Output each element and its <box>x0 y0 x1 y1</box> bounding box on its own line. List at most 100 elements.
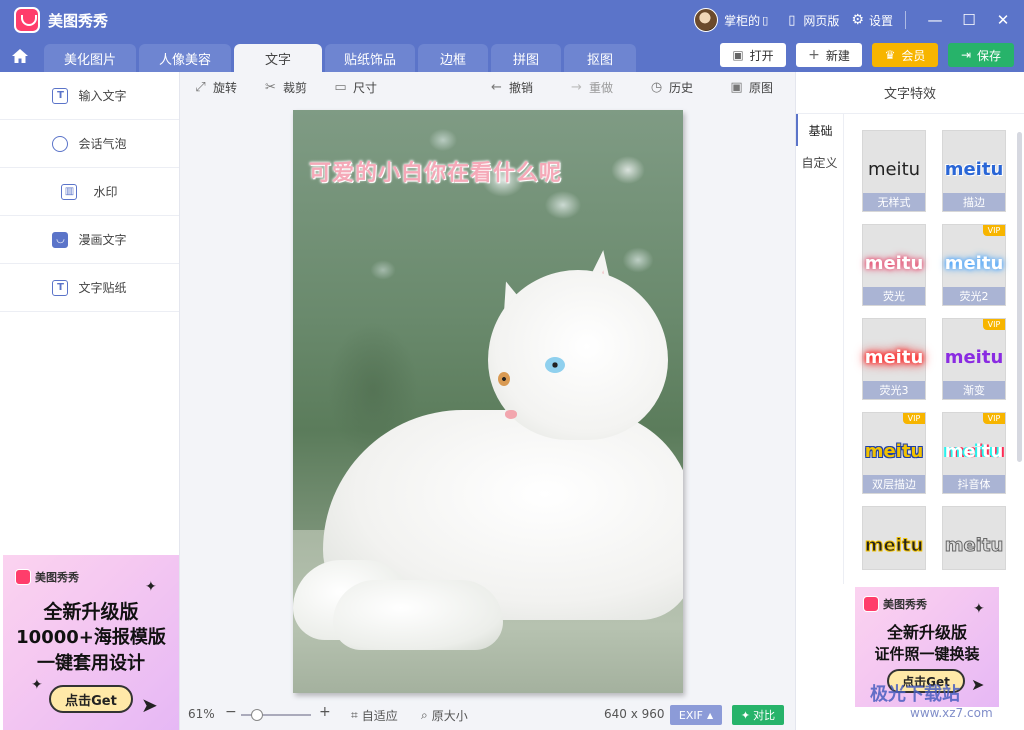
web-version-link[interactable]: ▯ 网页版 <box>788 12 839 29</box>
exif-button[interactable]: EXIF ▲ <box>670 705 722 725</box>
effect-tile[interactable]: meitu <box>942 506 1006 570</box>
history-button[interactable]: ◷ 历史 <box>649 79 693 96</box>
minimize-button[interactable]: — <box>918 0 952 40</box>
sidebar-item-label: 输入文字 <box>78 89 127 103</box>
open-label: 打开 <box>749 48 774 63</box>
settings-button[interactable]: ⚙ 设置 <box>851 12 893 29</box>
image-dimensions: 640 x 960 <box>604 707 665 721</box>
open-button[interactable]: ▣ 打开 <box>720 43 786 67</box>
redo-button[interactable]: → 重做 <box>569 79 613 96</box>
history-label: 历史 <box>669 81 694 95</box>
effect-sample: meitu <box>944 346 1004 368</box>
effect-tile-gradient[interactable]: VIP meitu 渐变 <box>942 318 1006 400</box>
app-logo-icon <box>863 596 879 612</box>
rotate-label: 旋转 <box>213 81 238 95</box>
tab-text[interactable]: 文字 <box>234 44 322 72</box>
zoom-slider-handle[interactable] <box>251 709 263 721</box>
effect-tile[interactable]: meitu <box>862 506 926 570</box>
user-account[interactable]: 掌柜的 ▯ <box>694 8 768 32</box>
effect-tile-stroke[interactable]: meitu 描边 <box>942 130 1006 212</box>
effect-sample: meitu <box>864 440 924 462</box>
size-button[interactable]: ▭ 尺寸 <box>333 79 377 96</box>
ad-brand-name: 美图秀秀 <box>883 598 927 611</box>
photo-canvas[interactable]: 可爱的小白你在看什么呢 <box>293 110 683 693</box>
maximize-button[interactable]: ☐ <box>952 0 986 40</box>
category-custom[interactable]: 自定义 <box>796 146 843 178</box>
ad-subline: 一键套用设计 <box>37 653 145 674</box>
effect-tile-glow-3[interactable]: meitu 荧光3 <box>862 318 926 400</box>
tab-collage[interactable]: 拼图 <box>491 44 561 72</box>
undo-label: 撤销 <box>509 81 534 95</box>
category-basic[interactable]: 基础 <box>796 114 843 146</box>
app-name: 美图秀秀 <box>48 11 109 30</box>
phone-icon: ▯ <box>788 12 796 28</box>
home-icon[interactable] <box>10 47 30 65</box>
effect-sample: meitu <box>867 158 921 180</box>
export-icon: ⇥ <box>960 48 972 62</box>
zoom-out-button[interactable]: − <box>225 704 237 720</box>
ad-cta-button[interactable]: 点击Get <box>49 685 133 713</box>
web-version-label: 网页版 <box>803 13 840 28</box>
image-icon: ▣ <box>732 48 744 62</box>
watermark-icon: ▥ <box>61 183 78 200</box>
save-button[interactable]: ⇥ 保存 <box>948 43 1014 67</box>
sidebar-item-input-text[interactable]: T 输入文字 <box>0 72 179 120</box>
rotate-button[interactable]: ⤢ 旋转 <box>193 79 237 96</box>
panel-scrollbar[interactable] <box>1017 132 1022 462</box>
scissors-icon: ✂ <box>265 80 276 95</box>
effect-label: 渐变 <box>943 381 1005 399</box>
promo-banner-left[interactable]: 美图秀秀 ✦ 全新升级版 10000+海报模版 一键套用设计 ✦ 点击Get ➤ <box>3 555 179 730</box>
clock-icon: ◷ <box>650 80 663 95</box>
magnifier-icon: ⌕ <box>421 708 428 722</box>
badge-icon: ▯ <box>762 13 769 27</box>
cat-eye <box>498 372 510 386</box>
effect-tile-plain[interactable]: meitu 无样式 <box>862 130 926 212</box>
tab-portrait[interactable]: 人像美容 <box>139 44 231 72</box>
title-bar: 美图秀秀 掌柜的 ▯ ▯ 网页版 ⚙ 设置 — ☐ ✕ <box>0 0 1024 40</box>
effect-tile-glow-2[interactable]: VIP meitu 荧光2 <box>942 224 1006 306</box>
plus-icon: + <box>808 47 820 63</box>
rotate-icon: ⤢ <box>195 80 206 95</box>
fit-label: 自适应 <box>361 709 398 723</box>
undo-button[interactable]: ← 撤销 <box>489 79 533 96</box>
effect-tile-double-stroke[interactable]: VIP meitu 双层描边 <box>862 412 926 494</box>
tab-stickers[interactable]: 贴纸饰品 <box>325 44 415 72</box>
crop-button[interactable]: ✂ 裁剪 <box>263 79 307 96</box>
fit-button[interactable]: ⌗ 自适应 <box>351 707 398 724</box>
sidebar-item-text-sticker[interactable]: T 文字贴纸 <box>0 264 179 312</box>
compare-button[interactable]: ✦ 对比 <box>732 705 784 725</box>
effect-sample: meitu <box>944 440 1004 462</box>
effect-tile-glow[interactable]: meitu 荧光 <box>862 224 926 306</box>
sidebar-item-label: 文字贴纸 <box>78 281 127 295</box>
zoom-in-button[interactable]: + <box>319 704 331 720</box>
compare-label: 对比 <box>753 709 776 722</box>
crown-icon: ♛ <box>884 48 896 62</box>
text-overlay[interactable]: 可爱的小白你在看什么呢 <box>309 155 562 187</box>
exif-label: EXIF <box>678 708 703 722</box>
vip-button[interactable]: ♛ 会员 <box>872 43 938 67</box>
tab-cutout[interactable]: 抠图 <box>564 44 636 72</box>
ad-headline: 全新升级版 <box>43 601 139 623</box>
effect-tile-douyin[interactable]: VIP meitu 抖音体 <box>942 412 1006 494</box>
tab-bar: 美化图片 人像美容 文字 贴纸饰品 边框 拼图 抠图 ▣ 打开 + 新建 ♛ 会… <box>0 40 1024 72</box>
sidebar-item-speech-bubble[interactable]: 会话气泡 <box>0 120 179 168</box>
sidebar-item-label: 会话气泡 <box>78 137 127 151</box>
vip-badge: VIP <box>983 225 1005 236</box>
sidebar-item-watermark[interactable]: ▥ 水印 <box>0 168 179 216</box>
actual-size-button[interactable]: ⌕ 原大小 <box>421 707 468 724</box>
effect-sample: meitu <box>864 252 924 274</box>
tab-beautify[interactable]: 美化图片 <box>44 44 136 72</box>
effect-label: 荧光2 <box>943 287 1005 305</box>
effect-sample: meitu <box>944 252 1004 274</box>
tab-border[interactable]: 边框 <box>418 44 488 72</box>
size-label: 尺寸 <box>353 81 378 95</box>
close-button[interactable]: ✕ <box>986 0 1020 40</box>
cat-paw <box>333 580 503 650</box>
effect-label: 描边 <box>943 193 1005 211</box>
new-button[interactable]: + 新建 <box>796 43 862 67</box>
new-label: 新建 <box>825 48 850 63</box>
redo-icon: → <box>571 80 582 95</box>
sparkle-icon: ✦ <box>973 601 985 617</box>
original-button[interactable]: ▣ 原图 <box>729 79 773 96</box>
sidebar-item-comic-text[interactable]: ◡ 漫画文字 <box>0 216 179 264</box>
